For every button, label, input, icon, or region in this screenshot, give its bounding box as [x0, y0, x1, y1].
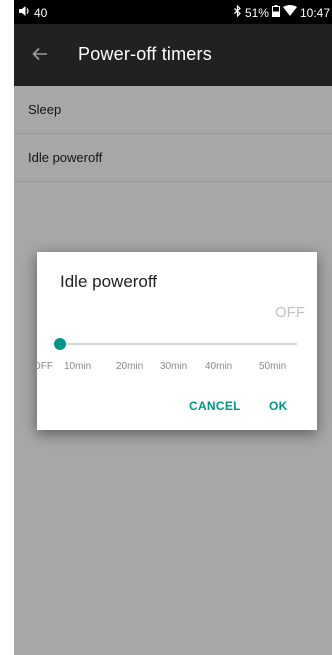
wifi-icon	[282, 5, 297, 20]
dialog-title: Idle poweroff	[60, 272, 158, 291]
volume-level: 40	[34, 5, 48, 20]
slider-thumb[interactable]	[54, 338, 66, 350]
page-title: Power-off timers	[78, 44, 212, 64]
toolbar: Power-off timers	[14, 24, 332, 86]
battery-icon	[271, 5, 280, 20]
slider-tick-label: 30min	[160, 361, 188, 372]
bluetooth-icon	[233, 4, 242, 20]
slider-track[interactable]	[60, 343, 297, 345]
clock-time: 10:47	[299, 5, 330, 20]
ok-button[interactable]: OK	[269, 399, 288, 413]
volume-icon	[18, 5, 31, 20]
status-right: 51% 10:47	[233, 4, 330, 20]
idle-poweroff-dialog: Idle poweroff OFF OFF 10min 20min 30min …	[33, 252, 317, 430]
slider-tick-label: OFF	[33, 361, 53, 372]
status-bar: 40 51% 10:47	[14, 0, 332, 24]
slider-tick-label: 20min	[116, 361, 144, 372]
dialog-current-value: OFF	[275, 304, 305, 321]
status-left: 40	[18, 5, 47, 20]
slider-tick-label: 40min	[205, 361, 233, 372]
back-arrow-icon[interactable]	[28, 42, 52, 66]
slider-tick-label: 50min	[259, 361, 287, 372]
battery-percent: 51%	[244, 5, 269, 20]
slider-tick-label: 10min	[64, 361, 92, 372]
cancel-button[interactable]: CANCEL	[189, 399, 241, 413]
device-screen: 40 51% 10:47 Power-off timers Sleep Idle…	[14, 0, 332, 655]
